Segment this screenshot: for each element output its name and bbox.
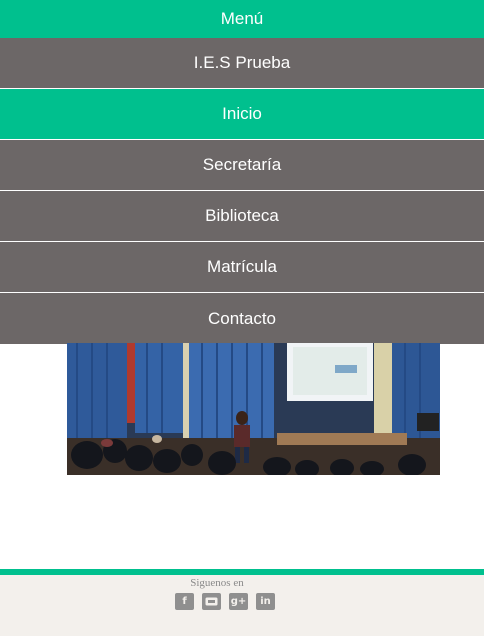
- menu-title: Menú: [220, 9, 264, 28]
- nav-item-label: Contacto: [207, 308, 277, 328]
- nav-item-label: I.E.S Prueba: [193, 53, 291, 72]
- social-links: f g+ in: [175, 593, 275, 610]
- nav-item-biblioteca[interactable]: Biblioteca: [0, 191, 484, 242]
- main-nav: I.E.S Prueba Inicio Secretaría Bibliotec…: [0, 38, 484, 344]
- tuenti-glyph: [205, 597, 218, 606]
- nav-item-label: Inicio: [222, 104, 262, 123]
- nav-item-ies-prueba[interactable]: I.E.S Prueba: [0, 38, 484, 89]
- linkedin-icon[interactable]: in: [256, 593, 275, 610]
- nav-item-label: Matrícula: [207, 257, 277, 276]
- nav-item-label: Biblioteca: [205, 206, 279, 225]
- nav-item-label: Secretaría: [202, 155, 282, 174]
- nav-item-matricula[interactable]: Matrícula: [0, 242, 484, 293]
- nav-item-inicio[interactable]: Inicio: [0, 89, 484, 140]
- follow-us-label: Siguenos en: [190, 577, 244, 589]
- nav-item-secretaria[interactable]: Secretaría: [0, 140, 484, 191]
- footer: Siguenos en f g+ in: [0, 575, 484, 636]
- googleplus-icon[interactable]: g+: [229, 593, 248, 610]
- facebook-icon[interactable]: f: [175, 593, 194, 610]
- menu-toggle[interactable]: Menú: [0, 0, 484, 38]
- nav-item-contacto[interactable]: Contacto: [0, 293, 484, 344]
- tuenti-icon[interactable]: [202, 593, 221, 610]
- auditorium-photo: [67, 343, 440, 475]
